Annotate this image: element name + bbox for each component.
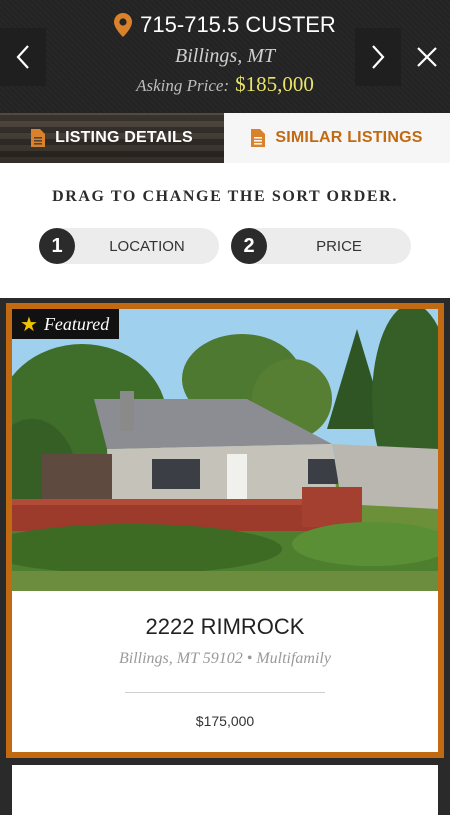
tab-listing-details-label: LISTING DETAILS (55, 129, 193, 146)
asking-price-label: Asking Price: (136, 76, 230, 95)
listing-card-inner: ★ Featured 2222 RIMROCK Billings, MT 591… (12, 309, 438, 752)
listing-price: $175,000 (195, 713, 255, 729)
star-icon: ★ (20, 313, 38, 336)
listing-subtitle: Billings, MT 59102 • Multifamily (119, 650, 331, 667)
next-listing-button[interactable] (355, 28, 401, 86)
sort-item-price[interactable]: 2 PRICE (231, 228, 411, 264)
tab-similar-listings-label: SIMILAR LISTINGS (275, 129, 423, 146)
tab-listing-details[interactable]: LISTING DETAILS (0, 113, 224, 163)
close-icon (417, 47, 437, 67)
sort-panel: DRAG TO CHANGE THE SORT ORDER. 1 LOCATIO… (0, 163, 450, 298)
listing-address: 2222 RIMROCK (145, 614, 305, 639)
sort-item-label: PRICE (316, 237, 362, 255)
sort-item-location[interactable]: 1 LOCATION (39, 228, 219, 264)
featured-badge: ★ Featured (12, 309, 120, 339)
header-address-wrap: 715-715.5 CUSTER (114, 12, 336, 38)
asking-price-value: $185,000 (235, 72, 314, 96)
document-icon (31, 129, 46, 147)
sort-instructions: DRAG TO CHANGE THE SORT ORDER. (52, 188, 398, 205)
sort-order-number: 1 (39, 228, 75, 264)
chevron-right-icon (372, 45, 385, 69)
header-address: 715-715.5 CUSTER (140, 12, 336, 37)
listing-photo: ★ Featured (12, 309, 438, 591)
sort-item-label: LOCATION (109, 237, 185, 255)
sort-order-number: 2 (231, 228, 267, 264)
listing-header: 715-715.5 CUSTER Billings, MT Asking Pri… (0, 0, 450, 113)
tab-bar: LISTING DETAILS SIMILAR LISTINGS (0, 113, 450, 163)
tab-similar-listings[interactable]: SIMILAR LISTINGS (224, 113, 450, 163)
divider (125, 692, 325, 693)
map-pin-icon (114, 13, 133, 37)
document-icon (251, 129, 266, 147)
next-listing-card[interactable] (12, 765, 438, 815)
listing-card[interactable]: ★ Featured 2222 RIMROCK Billings, MT 591… (6, 303, 444, 758)
featured-label: Featured (43, 313, 110, 334)
house-photo-illustration (12, 309, 438, 591)
close-button[interactable] (404, 28, 450, 86)
